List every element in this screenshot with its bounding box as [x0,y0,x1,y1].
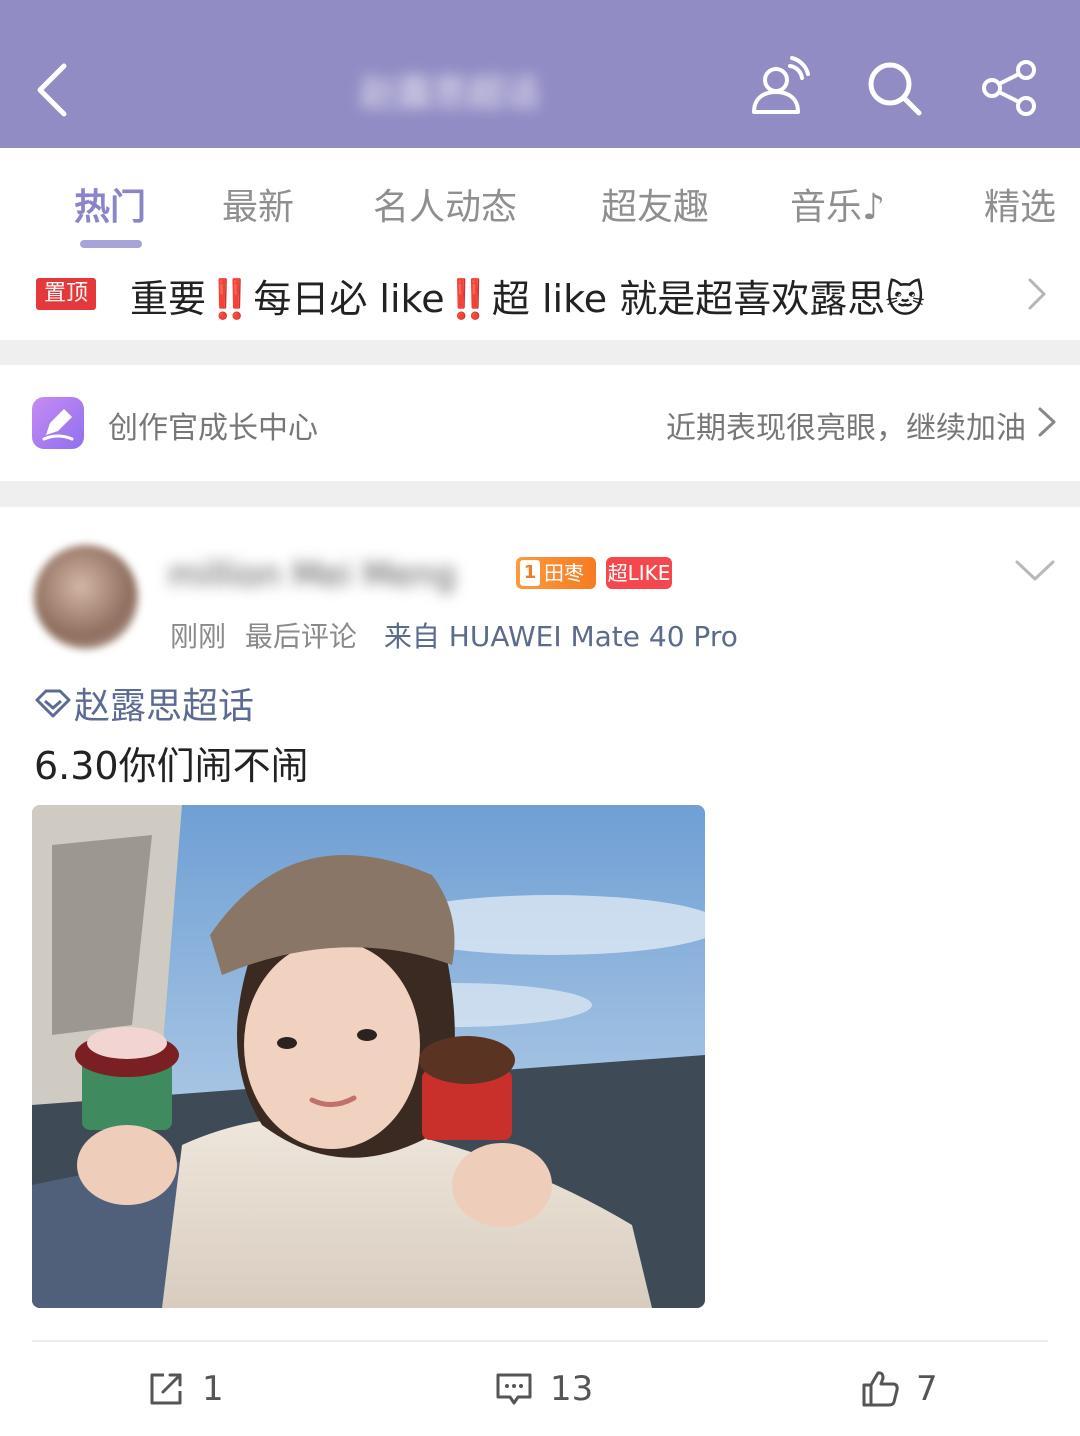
post-device: HUAWEI Mate 40 Pro [448,620,738,653]
post-last-comment: 最后评论 [244,620,357,653]
repost-icon [150,1373,182,1405]
search-icon[interactable] [862,56,926,120]
cat-emoji-icon: 🐱 [885,277,925,321]
tab-music[interactable]: 音乐♪ [790,178,885,230]
fan-level-number: 1 [520,560,540,586]
post-divider [32,1340,1048,1342]
comment-count: 13 [550,1369,594,1409]
page-title: 赵露思超话 [359,73,540,114]
repost-count: 1 [202,1369,224,1409]
topic-label: 赵露思超话 [74,686,255,727]
fan-level-badge: 1 田枣 [516,557,596,589]
pinned-text-1: 重要 [130,277,207,321]
diamond-icon [35,689,71,718]
post-source: 来自 HUAWEI Mate 40 Pro [384,620,738,653]
tab-fun[interactable]: 超友趣 [601,178,709,230]
chevron-right-icon [1038,407,1056,437]
fan-badge-label: 田枣 [544,561,584,585]
creator-center-hint: 近期表现很亮眼，继续加油 [666,411,1026,446]
tab-celebrity[interactable]: 名人动态 [373,178,517,230]
comment-icon [496,1373,532,1405]
tab-latest[interactable]: 最新 [222,178,294,230]
chevron-right-icon [1028,278,1046,310]
creator-center-row[interactable]: 创作官成长中心 近期表现很亮眼，继续加油 [0,365,1080,481]
chevron-down-icon[interactable] [1014,559,1056,583]
pinned-badge: 置顶 [36,278,96,310]
post-text: 6.30你们闹不闹 [34,744,309,788]
post-card: million Mei Meng 1 田枣 超LIKE 刚刚 最后评论 来自 HU… [0,507,1080,1436]
post-time: 刚刚 [170,620,227,653]
section-gap [0,340,1080,365]
pinned-text-3: 超 like 就是超喜欢露思 [491,277,886,321]
pinned-title: 重要‼️每日必 like‼️超 like 就是超喜欢露思🐱 [130,268,925,323]
pinned-bang: ‼️ [206,277,254,321]
followers-icon[interactable] [746,56,810,120]
creator-center-label: 创作官成长中心 [108,411,318,446]
section-gap [0,481,1080,507]
tab-featured[interactable]: 精选 [984,178,1056,230]
thumbs-up-icon [862,1371,899,1407]
top-bar: 赵露思超话 [0,0,1080,148]
post-source-prefix: 来自 [383,620,440,653]
like-button[interactable]: 7 [860,1367,938,1411]
post-meta: 刚刚 最后评论 来自 HUAWEI Mate 40 Pro [170,615,738,655]
post-username[interactable]: million Mei Meng [168,555,498,599]
tab-hot[interactable]: 热门 [74,178,146,230]
tab-bar: 热门 最新 名人动态 超友趣 音乐♪ 精选 [0,148,1080,248]
repost-button[interactable]: 1 [146,1367,224,1411]
back-arrow-icon[interactable] [30,58,80,122]
pinned-bang: ‼️ [444,277,492,321]
topic-link[interactable]: 赵露思超话 [34,677,254,729]
super-like-badge: 超LIKE [606,557,672,589]
like-count: 7 [916,1369,938,1409]
tab-indicator [80,240,142,248]
pinned-post-row[interactable]: 置顶 重要‼️每日必 like‼️超 like 就是超喜欢露思🐱 [0,248,1080,340]
avatar[interactable] [34,545,138,649]
creator-center-icon [32,397,84,449]
pinned-text-2: 每日必 like [253,277,445,321]
share-icon[interactable] [978,56,1042,120]
post-photo[interactable] [32,805,705,1308]
comment-button[interactable]: 13 [494,1367,593,1411]
